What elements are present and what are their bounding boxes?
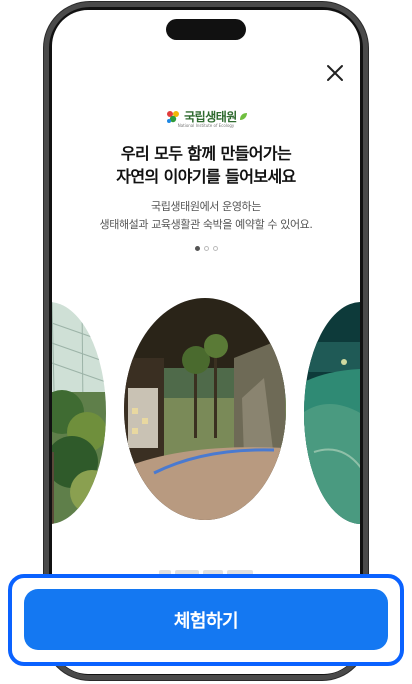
carousel-image-greenhouse[interactable] xyxy=(52,302,106,524)
logo-subtitle: National Institute of Ecology xyxy=(177,123,235,128)
leaf-icon xyxy=(239,113,247,120)
page-indicator xyxy=(52,246,360,251)
close-icon xyxy=(327,65,343,81)
carousel-image-exhibit[interactable] xyxy=(124,298,286,520)
experience-button[interactable]: 체험하기 xyxy=(24,589,388,650)
onboarding-title: 우리 모두 함께 만들어가는 자연의 이야기를 들어보세요 xyxy=(52,142,360,188)
carousel-image-aquarium[interactable] xyxy=(304,302,360,524)
page-dot-1[interactable] xyxy=(194,246,200,251)
desc-line-1: 국립생태원에서 운영하는 xyxy=(150,200,262,213)
page-dot-2[interactable] xyxy=(203,246,209,251)
dynamic-island xyxy=(166,19,246,40)
onboarding-description: 국립생태원에서 운영하는 생태해설과 교육생활관 숙박을 예약할 수 있어요. xyxy=(52,198,360,234)
title-line-1: 우리 모두 함께 만들어가는 xyxy=(120,144,292,163)
title-line-2: 자연의 이야기를 들어보세요 xyxy=(116,167,296,186)
desc-line-2: 생태해설과 교육생활관 숙박을 예약할 수 있어요. xyxy=(99,218,313,231)
close-button[interactable] xyxy=(322,60,348,86)
page-dot-3[interactable] xyxy=(212,246,218,251)
